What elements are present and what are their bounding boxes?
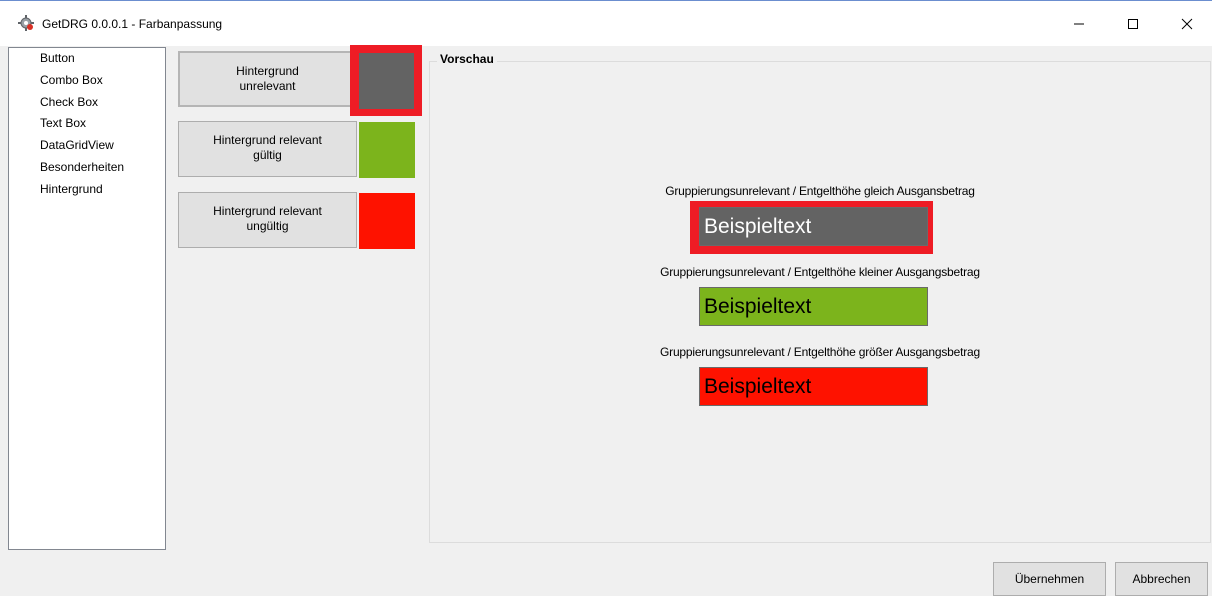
swatch-relevant-invalid[interactable] (359, 193, 415, 249)
bg-unrelevant-label-line1: Hintergrund (236, 64, 299, 78)
preview-sample-valid: Beispieltext (699, 287, 928, 326)
preview-label-smaller: Gruppierungsunrelevant / Entgelthöhe kle… (660, 265, 980, 279)
preview-sample-unrelevant: Beispieltext (699, 207, 928, 246)
list-item-button[interactable]: Button (40, 51, 75, 66)
swatch-unrelevant[interactable] (359, 53, 414, 109)
preview-sample-invalid: Beispieltext (699, 367, 928, 406)
window-title: GetDRG 0.0.0.1 - Farbanpassung (42, 17, 223, 31)
list-item-combo-box[interactable]: Combo Box (40, 73, 103, 88)
bg-relevant-invalid-label-line2: ungültig (246, 219, 289, 233)
bg-relevant-invalid-label-line1: Hintergrund relevant (213, 204, 322, 218)
minimize-icon[interactable] (1056, 1, 1102, 47)
app-gear-icon (18, 15, 34, 31)
list-item-check-box[interactable]: Check Box (40, 95, 98, 110)
close-icon[interactable] (1164, 1, 1210, 47)
preview-label-equal: Gruppierungsunrelevant / Entgelthöhe gle… (665, 184, 975, 198)
category-listbox[interactable]: Button Combo Box Check Box Text Box Data… (8, 47, 166, 550)
bg-unrelevant-button[interactable]: Hintergrund unrelevant (178, 51, 357, 107)
cancel-button[interactable]: Abbrechen (1115, 562, 1208, 596)
bg-unrelevant-label-line2: unrelevant (239, 79, 296, 93)
bg-relevant-valid-button[interactable]: Hintergrund relevant gültig (178, 121, 357, 177)
swatch-relevant-valid[interactable] (359, 122, 415, 178)
title-bar: GetDRG 0.0.0.1 - Farbanpassung (0, 0, 1212, 46)
bg-relevant-invalid-button[interactable]: Hintergrund relevant ungültig (178, 192, 357, 248)
list-item-hintergrund[interactable]: Hintergrund (40, 182, 103, 197)
bg-relevant-valid-label-line2: gültig (253, 148, 282, 162)
maximize-icon[interactable] (1110, 1, 1156, 47)
bg-relevant-valid-label-line1: Hintergrund relevant (213, 133, 322, 147)
preview-label-larger: Gruppierungsunrelevant / Entgelthöhe grö… (660, 345, 980, 359)
preview-title: Vorschau (437, 52, 497, 66)
list-item-besonderheiten[interactable]: Besonderheiten (40, 160, 124, 175)
list-item-datagridview[interactable]: DataGridView (40, 138, 114, 153)
apply-button[interactable]: Übernehmen (993, 562, 1106, 596)
list-item-text-box[interactable]: Text Box (40, 116, 86, 131)
